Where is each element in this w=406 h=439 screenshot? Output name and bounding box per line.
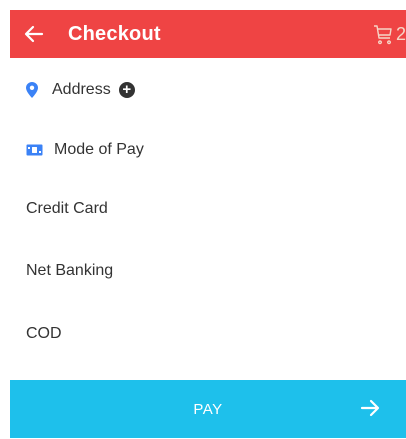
- arrow-right-icon: [360, 399, 380, 422]
- location-pin-icon: [26, 82, 38, 98]
- back-button[interactable]: [24, 10, 60, 58]
- payment-option-cod[interactable]: COD: [26, 325, 62, 343]
- page-title: Checkout: [68, 22, 161, 45]
- payment-option-net-banking[interactable]: Net Banking: [26, 262, 113, 280]
- pay-button[interactable]: PAY: [10, 380, 406, 438]
- arrow-left-icon: [24, 25, 44, 43]
- cart-button[interactable]: 2: [372, 10, 406, 58]
- app-bar: Checkout 2: [10, 10, 406, 58]
- mode-of-pay-label: Mode of Pay: [54, 141, 144, 158]
- cart-icon: [373, 25, 392, 45]
- cart-count-badge: 2: [395, 23, 406, 44]
- payment-option-credit-card[interactable]: Credit Card: [26, 200, 108, 218]
- money-icon: [26, 144, 43, 156]
- mode-of-pay-row: Mode of Pay: [26, 141, 144, 159]
- pay-button-label: PAY: [193, 400, 223, 418]
- address-label: Address: [52, 81, 111, 98]
- address-row[interactable]: Address +: [26, 81, 135, 99]
- plus-circle-icon[interactable]: +: [118, 82, 135, 98]
